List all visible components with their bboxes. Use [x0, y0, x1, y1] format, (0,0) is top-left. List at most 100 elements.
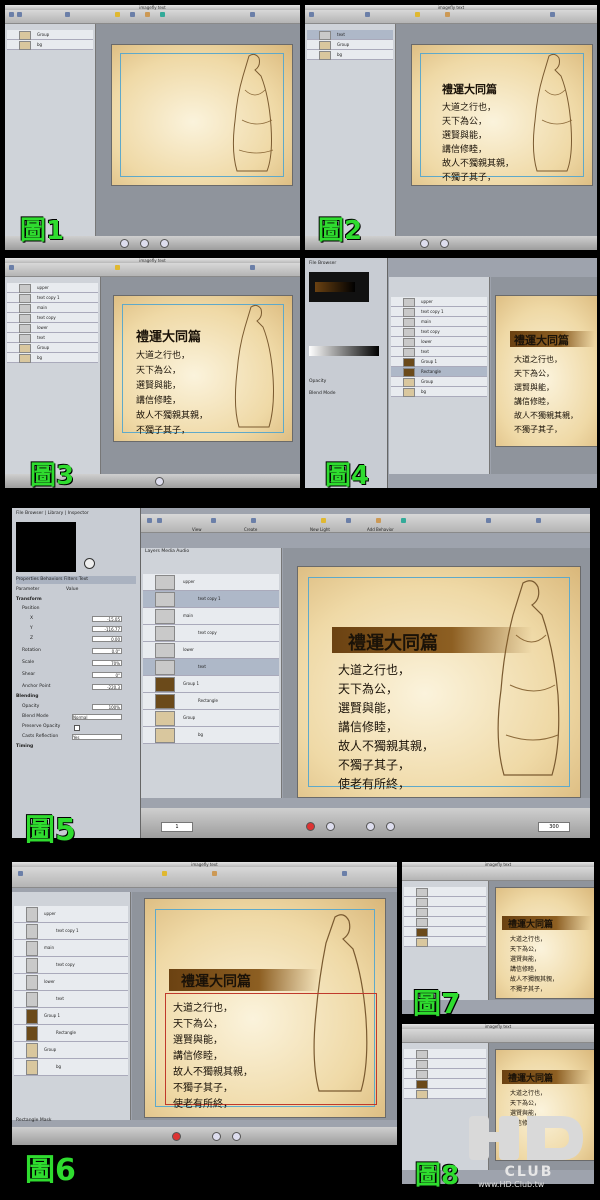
layer-row[interactable]: text	[7, 333, 98, 343]
layer-row[interactable]	[404, 897, 486, 907]
inspector-tab[interactable]: File Browser	[309, 260, 383, 268]
hud-icon[interactable]	[486, 518, 491, 523]
behavior-icon[interactable]	[445, 12, 450, 17]
layer-row[interactable]: Group	[307, 40, 393, 50]
layer-row[interactable]: Group 1	[391, 357, 487, 367]
tab-layers[interactable]: Layers	[145, 549, 160, 554]
behavior-icon[interactable]	[376, 518, 381, 523]
inspector-icon[interactable]	[250, 12, 255, 17]
shear-field[interactable]: 0°	[92, 672, 122, 678]
inspector-param[interactable]: Preserve Opacity	[16, 723, 136, 731]
layer-row[interactable]: lower	[7, 323, 98, 333]
tab-media[interactable]: Media	[161, 549, 175, 554]
inspector-param[interactable]: Blending	[16, 693, 136, 701]
inspector-param[interactable]: Casts Reflection Yes	[16, 733, 136, 741]
inspector-param[interactable]: Position	[16, 605, 136, 613]
layer-row[interactable]: text	[307, 30, 393, 40]
filter-icon[interactable]	[160, 12, 165, 17]
tab-properties[interactable]: Properties	[16, 577, 39, 582]
text-tool-icon[interactable]	[251, 518, 256, 523]
inspector-param[interactable]: Shear 0°	[16, 671, 136, 679]
light-icon[interactable]	[321, 518, 326, 523]
light-icon[interactable]	[115, 12, 120, 17]
layer-row[interactable]	[404, 917, 486, 927]
canvas[interactable]: 禮運大同篇 大道之行也， 天下為公， 選賢與能， 講信修睦， 故人不獨親其親， …	[495, 887, 594, 999]
light-icon[interactable]	[115, 265, 120, 270]
layer-row[interactable]: lower	[391, 337, 487, 347]
preserve-opacity-checkbox[interactable]	[74, 725, 80, 731]
layer-row[interactable]: main	[7, 303, 98, 313]
layer-row[interactable]: upper	[14, 906, 128, 923]
tab-behaviors[interactable]: Behaviors	[40, 577, 62, 582]
select-tool-icon[interactable]	[9, 265, 14, 270]
tab-text[interactable]: Text	[79, 577, 88, 582]
light-icon[interactable]	[415, 12, 420, 17]
layer-row[interactable]: upper	[143, 574, 279, 591]
frame-field[interactable]: 1	[161, 822, 193, 832]
inspector-param[interactable]: Scale 70%	[16, 659, 136, 667]
layer-row[interactable]	[404, 1079, 486, 1089]
pan-tool-icon[interactable]	[17, 12, 22, 17]
layer-row[interactable]	[404, 1059, 486, 1069]
play-preview-icon[interactable]	[84, 558, 95, 569]
select-tool-icon[interactable]	[309, 12, 314, 17]
light-icon[interactable]	[162, 871, 167, 876]
forward-button[interactable]	[160, 239, 169, 248]
layer-row[interactable]: text copy 1	[14, 923, 128, 940]
layer-row[interactable]: text copy 1	[143, 591, 279, 608]
inspector-param[interactable]: Anchor Point -220.3	[16, 683, 136, 691]
layer-row[interactable]	[404, 887, 486, 897]
tab-filters[interactable]: Filters	[64, 577, 78, 582]
end-frame-field[interactable]: 300	[538, 822, 570, 832]
canvas[interactable]: 禮運大同篇 大道之行也， 天下為公， 選賢與能， 講信修睦， 故人不獨親其親， …	[297, 566, 581, 798]
play-button[interactable]	[155, 477, 164, 486]
layer-row[interactable]: Rectangle	[143, 693, 279, 710]
inspector-param[interactable]: Opacity 100%	[16, 703, 136, 711]
layer-row[interactable]: lower	[143, 642, 279, 659]
layer-row[interactable]: upper	[7, 283, 98, 293]
forward-button[interactable]	[232, 1132, 241, 1141]
layer-row[interactable]: Group	[143, 710, 279, 727]
inspector-param[interactable]: Z 0.00	[16, 635, 136, 643]
layer-row[interactable]: Rectangle	[391, 367, 487, 377]
layer-row[interactable]: Rectangle	[14, 1025, 128, 1042]
layer-row[interactable]: text	[391, 347, 487, 357]
layer-row[interactable]	[404, 907, 486, 917]
behavior-icon[interactable]	[145, 12, 150, 17]
select-tool-icon[interactable]	[9, 12, 14, 17]
tab-audio[interactable]: Audio	[176, 549, 189, 554]
record-button[interactable]	[306, 822, 315, 831]
layer-row[interactable]: bg	[391, 387, 487, 397]
shape-tool-icon[interactable]	[65, 12, 70, 17]
layer-row[interactable]	[404, 937, 486, 947]
layer-row[interactable]: Group 1	[14, 1008, 128, 1025]
layer-row[interactable]	[404, 1069, 486, 1079]
gradient-editor[interactable]	[309, 346, 379, 356]
pan-tool-icon[interactable]	[157, 518, 162, 523]
rotation-field[interactable]: 0.0°	[92, 648, 122, 654]
tab-library[interactable]: Library	[48, 511, 64, 516]
anchor-field[interactable]: -220.3	[92, 684, 122, 690]
canvas[interactable]	[111, 44, 293, 186]
layer-row[interactable]: main	[391, 317, 487, 327]
shape-tool-icon[interactable]	[211, 518, 216, 523]
text-tool-icon[interactable]	[365, 12, 370, 17]
camera-icon[interactable]	[346, 518, 351, 523]
layer-row[interactable]: text	[143, 659, 279, 676]
layer-row[interactable]: main	[14, 940, 128, 957]
rewind-button[interactable]	[326, 822, 335, 831]
scale-field[interactable]: 70%	[92, 660, 122, 666]
z-field[interactable]: 0.00	[92, 636, 122, 642]
inspector-param[interactable]: Rotation 0.0°	[16, 647, 136, 655]
layer-row[interactable]: bg	[143, 727, 279, 744]
layer-row[interactable]: lower	[14, 974, 128, 991]
layer-row[interactable]: text copy	[391, 327, 487, 337]
layer-row[interactable]: bg	[7, 40, 93, 50]
rewind-button[interactable]	[120, 239, 129, 248]
layer-row[interactable]: Group	[7, 30, 93, 40]
layer-row[interactable]: text copy	[143, 625, 279, 642]
layer-row[interactable]: text copy 1	[7, 293, 98, 303]
canvas[interactable]: 禮運大同篇 大道之行也， 天下為公， 選賢與能， 講信修睦， 故人不獨親其親， …	[495, 295, 597, 447]
play-button[interactable]	[366, 822, 375, 831]
layer-row[interactable]: main	[143, 608, 279, 625]
